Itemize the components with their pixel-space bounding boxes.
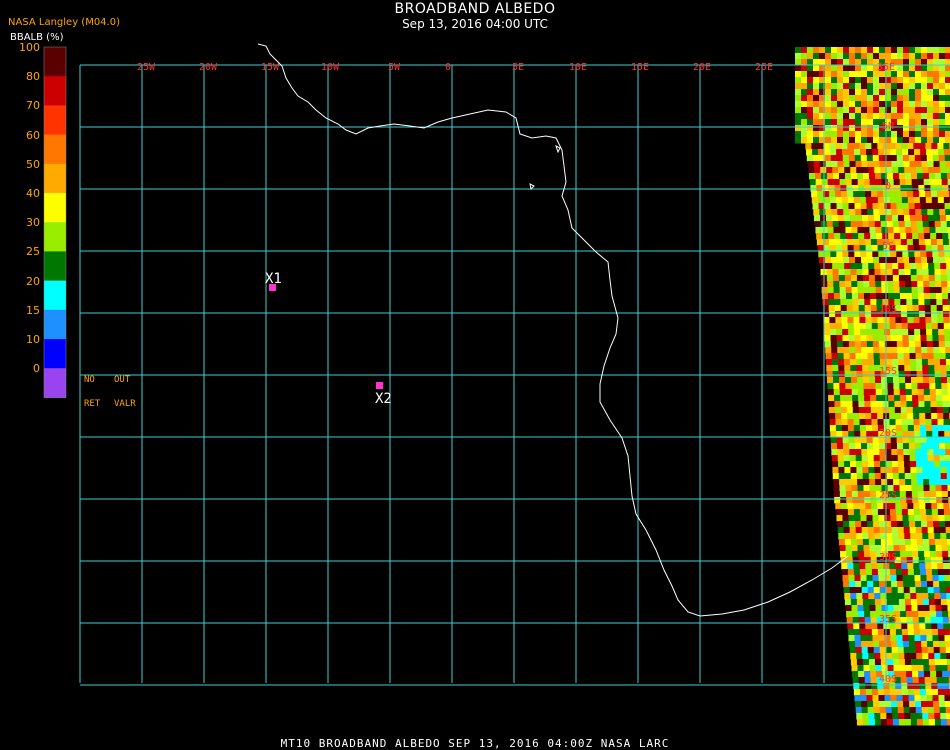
colorbar-swatch [44,47,66,77]
colorbar-tick-label: 30 [26,216,40,230]
longitude-label: 10W [321,62,340,73]
satellite-data-strip [795,47,950,726]
footer-caption: MT10 BROADBAND ALBEDO SEP 13, 2016 04:00… [280,737,670,750]
colorbar-tick-label: 50 [26,157,40,171]
latitude-label: 10S [879,304,897,315]
colorbar-swatch [44,368,66,398]
longitude-label: 15W [261,62,280,73]
colorbar-tick-label: 100 [19,41,40,54]
colorbar-swatch [44,193,66,223]
colorbar-swatch [44,222,66,252]
colorbar-swatch [44,339,66,369]
longitude-label: 35E [877,62,895,73]
island-outline [555,145,561,154]
site-marker-label: X1 [265,271,282,287]
longitude-label: 20W [199,62,218,73]
colorbar-swatch [44,309,66,340]
latitude-label: 30S [879,552,897,563]
colorbar-swatch [44,280,66,311]
site-marker-label: X2 [375,391,392,407]
legend-ret-label: RET [84,399,101,409]
longitude-label: 20E [693,62,711,73]
island-outline [529,183,535,191]
colorbar-tick-label: 60 [26,128,40,142]
colorbar-tick-label: 25 [26,245,40,259]
latitude-label: 25S [879,490,897,501]
colorbar-swatch [44,163,66,194]
longitude-label: 10E [569,62,587,73]
latitude-label: 15S [879,366,897,377]
legend-out-label: OUT [114,375,131,385]
longitude-label: 5W [388,62,401,73]
colorbar-swatch [44,134,66,165]
colorbar-tick-label: 70 [26,99,40,113]
colorbar-tick-label: 0 [33,362,40,376]
coastline [257,43,849,617]
albedo-map: 25W 20W 15W 10W 5W 0 5E 10E 15E 20E 25E 35E 5N 0 5S 10S… [43,43,950,726]
latitude-label: 0 [885,181,891,192]
colorbar-tick-label: 20 [26,274,40,288]
colorbar-tick-label: 10 [26,333,40,346]
longitude-label: 5E [512,62,524,73]
colorbar-swatch [44,251,66,282]
longitude-label: 15E [631,62,649,73]
latitude-label: 5N [882,121,894,132]
site-marker [376,382,383,389]
longitude-label: 25W [137,62,156,73]
colorbar-tick-label: 15 [26,303,40,317]
longitude-label: 0 [445,62,451,73]
latitude-label: 5S [882,241,894,252]
latitude-label: 40S [879,674,897,685]
legend-valr-label: VALR [114,399,136,409]
colorbar-swatch [44,76,66,106]
longitude-label: 25E [755,62,773,73]
latitude-label: 35S [879,614,897,625]
colorbar-tick-label: 40 [26,187,40,200]
latitude-label: 20S [879,428,897,439]
legend-no-label: NO [84,375,95,385]
colorbar-swatch [44,105,66,136]
colorbar-tick-label: 80 [26,70,40,84]
